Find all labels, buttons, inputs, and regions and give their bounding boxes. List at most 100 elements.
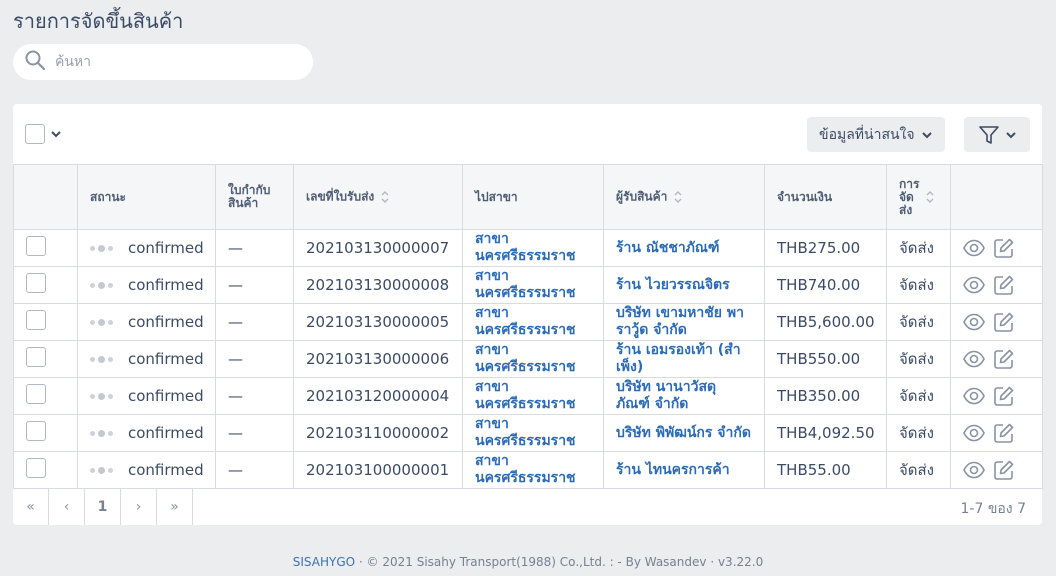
branch-link[interactable]: สาขา นครศรีธรรมราช (475, 231, 576, 264)
receiver-link[interactable]: ร้าน ไวยวรรณจิตร (616, 277, 730, 293)
status-cell: confirmed (77, 340, 216, 378)
branch-link[interactable]: สาขา นครศรีธรรมราช (475, 379, 576, 412)
sort-icon[interactable] (925, 189, 935, 205)
branch-link[interactable]: สาขา นครศรีธรรมราช (475, 268, 576, 301)
sort-icon[interactable] (673, 189, 683, 205)
status-dots-icon (90, 350, 120, 368)
status-text: confirmed (128, 386, 204, 405)
row-checkbox[interactable] (26, 384, 46, 404)
search-input[interactable] (55, 54, 295, 70)
row-checkbox[interactable] (26, 347, 46, 367)
view-icon[interactable] (963, 422, 985, 444)
filter-icon (978, 125, 999, 144)
receipt-cell: 202103120000004 (293, 377, 463, 415)
chevron-down-icon[interactable] (50, 128, 62, 140)
branch-link[interactable]: สาขา นครศรีธรรมราช (475, 416, 576, 449)
row-checkbox[interactable] (26, 458, 46, 478)
header-actions (950, 164, 1043, 230)
amount-cell: THB350.00 (764, 377, 887, 415)
edit-icon[interactable] (993, 274, 1015, 296)
edit-icon[interactable] (993, 459, 1015, 481)
receiver-link[interactable]: บริษัท เขามหาชัย พาราวู้ด จำกัด (616, 305, 744, 338)
view-icon[interactable] (963, 348, 985, 370)
receiver-link[interactable]: บริษัท พิพัฒน์กร จำกัด (616, 425, 751, 441)
table-row: confirmed —202103100000001 สาขา นครศรีธรรม… (13, 451, 1043, 489)
header-delivery[interactable]: การ จัด ส่ง (886, 164, 951, 230)
row-checkbox[interactable] (26, 421, 46, 441)
edit-icon[interactable] (993, 422, 1015, 444)
receiver-link[interactable]: บริษัท นานาวัสดุ ภัณฑ์ จำกัด (616, 379, 716, 412)
amount-cell: THB4,092.50 (764, 414, 887, 452)
invoice-cell: — (215, 229, 294, 267)
status-text: confirmed (128, 349, 204, 368)
receipt-cell: 202103100000001 (293, 451, 463, 489)
header-receipt[interactable]: เลขที่ใบรับส่ง (293, 164, 463, 230)
branch-link[interactable]: สาขา นครศรีธรรมราช (475, 305, 576, 338)
row-select-cell (13, 414, 78, 452)
header-receipt-label: เลขที่ใบรับส่ง (306, 189, 375, 204)
header-receiver[interactable]: ผู้รับสินค้า (603, 164, 765, 230)
shipment-card: ข้อมูลที่น่าสนใจ สถานะ ใบกำกับ สินค้า เล… (13, 104, 1043, 525)
chevron-down-icon (1005, 131, 1016, 138)
receiver-link[interactable]: ร้าน ณัชชาภัณฑ์ (616, 240, 720, 256)
page-next-button[interactable]: › (121, 488, 157, 525)
page-last-button[interactable]: » (157, 488, 193, 525)
invoice-cell: — (215, 377, 294, 415)
select-all-control[interactable] (25, 124, 62, 144)
invoice-cell: — (215, 340, 294, 378)
table-toolbar: ข้อมูลที่น่าสนใจ (13, 104, 1042, 164)
invoice-cell: — (215, 451, 294, 489)
receiver-cell: บริษัท พิพัฒน์กร จำกัด (603, 414, 765, 452)
receiver-link[interactable]: ร้าน เอมรองเท้า (สำเพ็ง) (616, 342, 741, 375)
status-dots-icon (90, 461, 120, 479)
receiver-cell: ร้าน เอมรองเท้า (สำเพ็ง) (603, 340, 765, 378)
view-icon[interactable] (963, 459, 985, 481)
footer-brand-link[interactable]: SISAHYGO (293, 555, 355, 569)
row-select-cell (13, 303, 78, 341)
actions-cell (950, 303, 1043, 341)
branch-link[interactable]: สาขา นครศรีธรรมราช (475, 342, 576, 375)
view-icon[interactable] (963, 274, 985, 296)
page-prev-button[interactable]: ‹ (49, 488, 85, 525)
footer-separator: · (355, 555, 367, 569)
edit-icon[interactable] (993, 348, 1015, 370)
actions-cell (950, 266, 1043, 304)
interest-label: ข้อมูลที่น่าสนใจ (819, 126, 915, 143)
edit-icon[interactable] (993, 311, 1015, 333)
branch-link[interactable]: สาขา นครศรีธรรมราช (475, 453, 576, 486)
amount-cell: THB740.00 (764, 266, 887, 304)
row-checkbox[interactable] (26, 236, 46, 256)
branch-cell: สาขา นครศรีธรรมราช (462, 414, 604, 452)
sort-icon[interactable] (380, 189, 390, 205)
select-all-checkbox[interactable] (25, 124, 45, 144)
delivery-cell: จัดส่ง (886, 451, 951, 489)
view-icon[interactable] (963, 311, 985, 333)
row-checkbox[interactable] (26, 273, 46, 293)
search-box[interactable] (13, 44, 313, 80)
status-dots-icon (90, 424, 120, 442)
table-row: confirmed —202103120000004 สาขา นครศรีธรรม… (13, 377, 1043, 415)
table-row: confirmed —202103130000008 สาขา นครศรีธรรม… (13, 266, 1043, 304)
pagination: « ‹ 1 › » (13, 488, 193, 525)
table-row: confirmed —202103130000006 สาขา นครศรีธรรม… (13, 340, 1043, 378)
header-invoice: ใบกำกับ สินค้า (215, 164, 294, 230)
page-1-button[interactable]: 1 (85, 488, 121, 525)
receiver-cell: บริษัท นานาวัสดุ ภัณฑ์ จำกัด (603, 377, 765, 415)
row-select-cell (13, 229, 78, 267)
delivery-cell: จัดส่ง (886, 414, 951, 452)
row-checkbox[interactable] (26, 310, 46, 330)
edit-icon[interactable] (993, 385, 1015, 407)
receiver-link[interactable]: ร้าน ไทนครการค้า (616, 462, 730, 478)
amount-cell: THB550.00 (764, 340, 887, 378)
view-icon[interactable] (963, 385, 985, 407)
edit-icon[interactable] (993, 237, 1015, 259)
status-cell: confirmed (77, 451, 216, 489)
status-text: confirmed (128, 275, 204, 294)
filter-button[interactable] (964, 117, 1030, 152)
view-icon[interactable] (963, 237, 985, 259)
interest-dropdown-button[interactable]: ข้อมูลที่น่าสนใจ (807, 117, 945, 152)
row-select-cell (13, 266, 78, 304)
branch-cell: สาขา นครศรีธรรมราช (462, 303, 604, 341)
receiver-cell: ร้าน ณัชชาภัณฑ์ (603, 229, 765, 267)
page-first-button[interactable]: « (13, 488, 49, 525)
